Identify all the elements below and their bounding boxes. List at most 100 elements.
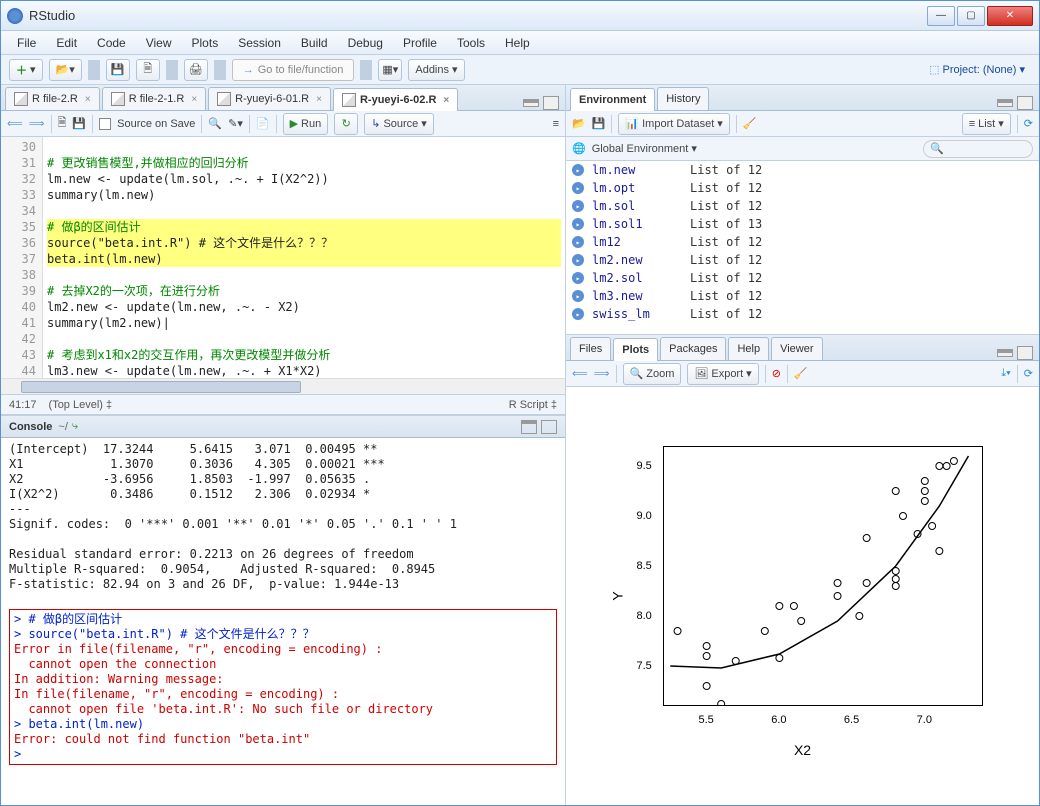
expand-icon[interactable]: ▸ (572, 236, 584, 248)
code-editor[interactable]: 30 31 32 33 34 35 36 37 38 39 40 41 42 4… (1, 137, 565, 378)
env-item[interactable]: ▸swiss_lmList of 12 (566, 305, 1039, 323)
env-item[interactable]: ▸lm2.newList of 12 (566, 251, 1039, 269)
refresh-env-icon[interactable]: ⟳ (1024, 117, 1033, 130)
plot-tab-viewer[interactable]: Viewer (771, 337, 822, 360)
menu-help[interactable]: Help (497, 33, 538, 53)
menu-plots[interactable]: Plots (184, 33, 227, 53)
import-dataset-button[interactable]: 📊 Import Dataset ▾ (618, 113, 729, 135)
new-file-button[interactable]: ＋▾ (9, 59, 43, 81)
menu-build[interactable]: Build (293, 33, 336, 53)
forward-icon[interactable]: ⟹ (29, 117, 45, 130)
env-tab-environment[interactable]: Environment (570, 88, 655, 111)
expand-icon[interactable]: ▸ (572, 272, 584, 284)
expand-icon[interactable]: ▸ (572, 182, 584, 194)
plot-max-icon[interactable] (1017, 346, 1033, 360)
env-tab-history[interactable]: History (657, 87, 709, 110)
plot-tab-plots[interactable]: Plots (613, 338, 658, 361)
editor-tab[interactable]: R-yueyi-6-02.R× (333, 88, 458, 111)
find-icon[interactable]: 🔍 (208, 117, 222, 130)
remove-plot-icon[interactable]: ⊘ (772, 367, 781, 380)
grid-button[interactable]: ▦▾ (378, 59, 402, 81)
editor-tab[interactable]: R file-2.R× (5, 87, 100, 110)
plot-tab-files[interactable]: Files (570, 337, 611, 360)
env-search-input[interactable]: 🔍 (923, 140, 1033, 158)
editor-tab[interactable]: R file-2-1.R× (102, 87, 206, 110)
save-ws-icon[interactable]: 💾 (592, 117, 606, 130)
close-tab-icon[interactable]: × (316, 94, 322, 105)
console-min-icon[interactable] (521, 420, 537, 434)
save-all-button[interactable]: 🗎 (136, 59, 160, 81)
list-view-button[interactable]: ≡ List ▾ (962, 113, 1011, 135)
env-min-icon[interactable] (997, 99, 1013, 107)
env-item[interactable]: ▸lm3.newList of 12 (566, 287, 1039, 305)
editor-tab[interactable]: R-yueyi-6-01.R× (208, 87, 331, 110)
close-button[interactable]: ✕ (987, 6, 1033, 26)
env-scope[interactable]: Global Environment ▾ (592, 142, 697, 155)
goto-file-function-input[interactable]: →Go to file/function (232, 59, 355, 81)
menu-tools[interactable]: Tools (449, 33, 493, 53)
show-in-pane-icon[interactable]: 🗎 (58, 114, 67, 133)
expand-icon[interactable]: ▸ (572, 164, 584, 176)
zoom-button[interactable]: 🔍 Zoom (623, 363, 682, 385)
plot-prev-icon[interactable]: ⟸ (572, 367, 588, 380)
open-file-button[interactable]: 📂▾ (49, 59, 82, 81)
print-button[interactable]: 🖨 (184, 59, 208, 81)
env-item[interactable]: ▸lm.optList of 12 (566, 179, 1039, 197)
env-item[interactable]: ▸lm.newList of 12 (566, 161, 1039, 179)
plot-min-icon[interactable] (997, 349, 1013, 357)
export-button[interactable]: 🖼 Export ▾ (687, 363, 758, 385)
minimize-pane-icon[interactable] (523, 99, 539, 107)
menu-edit[interactable]: Edit (48, 33, 85, 53)
publish-icon[interactable]: ⤓▾ (1001, 367, 1010, 380)
save-icon[interactable]: 💾 (72, 117, 86, 130)
menu-code[interactable]: Code (89, 33, 134, 53)
expand-icon[interactable]: ▸ (572, 254, 584, 266)
expand-icon[interactable]: ▸ (572, 308, 584, 320)
language-label[interactable]: R Script ‡ (509, 399, 557, 411)
plot-tab-help[interactable]: Help (728, 337, 769, 360)
expand-icon[interactable]: ▸ (572, 200, 584, 212)
minimize-button[interactable]: — (927, 6, 955, 26)
env-list[interactable]: ▸lm.newList of 12▸lm.optList of 12▸lm.so… (566, 161, 1039, 334)
plot-tab-packages[interactable]: Packages (660, 337, 726, 360)
env-max-icon[interactable] (1017, 96, 1033, 110)
source-on-save-label: Source on Save (117, 118, 195, 130)
back-icon[interactable]: ⟸ (7, 117, 23, 130)
maximize-pane-icon[interactable] (543, 96, 559, 110)
clear-plots-icon[interactable]: 🧹 (794, 367, 808, 380)
env-item[interactable]: ▸lm2.solList of 12 (566, 269, 1039, 287)
console-max-icon[interactable] (541, 420, 557, 434)
editor-hscrollbar[interactable] (1, 378, 565, 394)
menu-debug[interactable]: Debug (340, 33, 391, 53)
menu-profile[interactable]: Profile (395, 33, 445, 53)
env-item[interactable]: ▸lm.solList of 12 (566, 197, 1039, 215)
save-button[interactable]: 💾 (106, 59, 130, 81)
wand-icon[interactable]: ✎▾ (228, 117, 243, 130)
close-tab-icon[interactable]: × (443, 95, 449, 106)
menu-session[interactable]: Session (230, 33, 289, 53)
addins-button[interactable]: Addins ▾ (408, 59, 464, 81)
close-tab-icon[interactable]: × (191, 94, 197, 105)
env-item[interactable]: ▸lm12List of 12 (566, 233, 1039, 251)
console-wd-icon[interactable]: ⤷ (72, 420, 78, 433)
source-on-save-checkbox[interactable] (99, 118, 111, 130)
project-menu[interactable]: ⬚ Project: (None) ▾ (923, 59, 1031, 81)
rerun-button[interactable]: ↻ (334, 113, 358, 135)
expand-icon[interactable]: ▸ (572, 290, 584, 302)
run-button[interactable]: ▶Run (283, 113, 329, 135)
refresh-plot-icon[interactable]: ⟳ (1024, 367, 1033, 380)
maximize-button[interactable]: ▢ (957, 6, 985, 26)
env-item[interactable]: ▸lm.sol1List of 13 (566, 215, 1039, 233)
close-tab-icon[interactable]: × (85, 94, 91, 105)
source-button[interactable]: ↳Source ▾ (364, 113, 434, 135)
clear-env-icon[interactable]: 🧹 (743, 117, 757, 130)
expand-icon[interactable]: ▸ (572, 218, 584, 230)
menu-file[interactable]: File (9, 33, 44, 53)
load-ws-icon[interactable]: 📂 (572, 117, 586, 130)
console-output[interactable]: (Intercept) 17.3244 5.6415 3.071 0.00495… (1, 438, 565, 805)
compile-report-icon[interactable]: 📄 (256, 117, 270, 130)
scope-label[interactable]: (Top Level) ‡ (49, 399, 113, 411)
plot-next-icon[interactable]: ⟹ (594, 367, 610, 380)
menu-view[interactable]: View (138, 33, 180, 53)
outline-icon[interactable]: ≡ (553, 118, 559, 130)
